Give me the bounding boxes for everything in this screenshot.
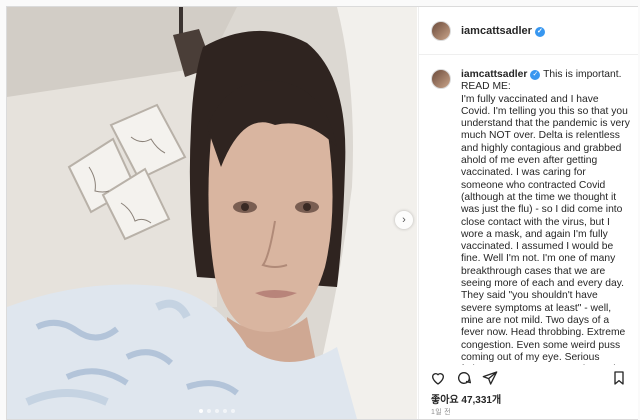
likes-count[interactable]: 좋아요 47,331개 [431,391,501,406]
post-sidebar: iamcattsadler ✓ iamcattsadler ✓ This is im… [418,7,638,419]
comments-area: iamcattsadler ✓ This is important. READ M… [431,69,630,365]
carousel-dot [223,409,227,413]
post-timestamp[interactable]: 1일 전 [431,407,451,417]
caption: iamcattsadler ✓ This is important. READ M… [461,69,630,365]
caption-comment: iamcattsadler ✓ This is important. READ M… [431,69,630,365]
author-username-text[interactable]: iamcattsadler [461,25,532,37]
comment-bubble-icon[interactable] [455,369,473,387]
carousel-next-button[interactable]: › [395,211,413,229]
carousel-dot [199,409,203,413]
action-bar [429,367,628,389]
carousel-indicator [199,409,235,413]
carousel-dot [215,409,219,413]
heart-icon[interactable] [429,369,447,387]
carousel-dot [231,409,235,413]
post-frame: › iamcattsadler ✓ iamcattsadler ✓ This is … [6,6,638,420]
post-media[interactable]: › [7,7,417,419]
avatar[interactable] [431,20,451,41]
verified-badge-icon: ✓ [534,26,545,37]
carousel-dot [207,409,211,413]
bookmark-icon[interactable] [610,369,628,387]
caption-text: This is important. READ ME: I'm fully va… [461,69,630,365]
post-photo [7,7,417,419]
caption-username[interactable]: iamcattsadler [461,69,527,80]
caption-avatar[interactable] [431,69,451,89]
chevron-right-icon: › [402,214,406,226]
paper-plane-icon[interactable] [481,369,499,387]
author-username[interactable]: iamcattsadler ✓ [461,25,545,37]
verified-badge-icon: ✓ [530,70,541,80]
post-header: iamcattsadler ✓ [419,7,638,55]
